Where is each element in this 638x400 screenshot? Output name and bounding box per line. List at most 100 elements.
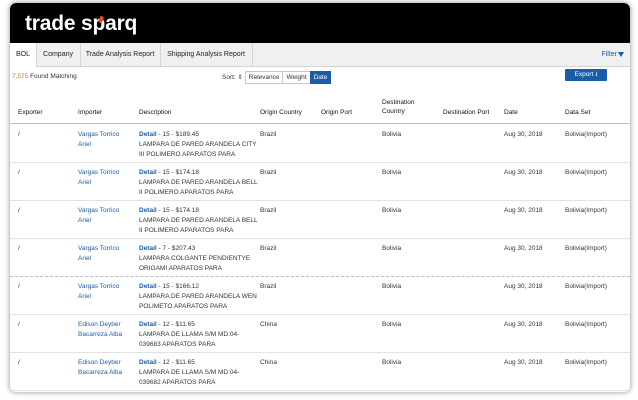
destination-country-cell: Bolivia — [382, 245, 402, 252]
results-count: 7,575 Found Matching — [12, 73, 77, 80]
column-header-exporter[interactable]: Exporter — [18, 108, 43, 117]
description-text: LAMPARA DE PARED ARANDELA BELL II POLIME… — [139, 217, 258, 234]
description-text: LAMPARA DE PARED ARANDELA BELL II POLIME… — [139, 179, 258, 196]
table-row[interactable]: / Vargas Torrico Ariel Detail - 7 - $207.4… — [10, 238, 630, 277]
date-cell: Aug 30, 2018 — [504, 207, 543, 214]
description-cell: Detail - 15 - $174.18 LAMPARA DE PARED AR… — [139, 168, 259, 198]
importer-link[interactable]: Vargas Torrico Ariel — [78, 244, 133, 264]
description-cell: Detail - 15 - $189.45 LAMPARA DE PARED AR… — [139, 130, 259, 160]
column-header-description[interactable]: Description — [139, 108, 172, 117]
exporter-cell: / — [18, 321, 20, 328]
logo[interactable]: trade sparq — [25, 12, 137, 36]
importer-link[interactable]: Edison Deyber Bacarreza Alba — [78, 358, 133, 378]
detail-meta: - 15 - $189.45 — [156, 131, 199, 138]
column-header-date[interactable]: Date — [504, 108, 518, 117]
importer-link[interactable]: Vargas Torrico Ariel — [78, 206, 133, 226]
date-cell: Aug 30, 2018 — [504, 359, 543, 366]
column-header-origin-port[interactable]: Origin Port — [321, 108, 352, 117]
exporter-cell: / — [18, 245, 20, 252]
detail-link[interactable]: Detail — [139, 283, 157, 290]
detail-link[interactable]: Detail — [139, 169, 157, 176]
logo-text: trade sparq — [25, 12, 138, 35]
download-icon: ⭳ — [595, 72, 598, 78]
origin-country-cell: China — [260, 321, 277, 328]
description-text: LAMPARA DE PARED ARANDELA WEN POLIMETO A… — [139, 293, 257, 310]
origin-country-cell: Brazil — [260, 283, 277, 290]
origin-country-cell: Brazil — [260, 207, 277, 214]
table-row[interactable]: / Vargas Torrico Ariel Detail - 15 - $174.… — [10, 162, 630, 201]
table-row[interactable]: / Edison Deyber Bacarreza Alba Detail - 12… — [10, 352, 630, 391]
data-set-cell: Bolivia(Import) — [565, 169, 607, 176]
column-header-origin-country[interactable]: Origin Country — [260, 108, 302, 117]
export-button[interactable]: Export ⭳ — [565, 69, 607, 81]
detail-link[interactable]: Detail — [139, 245, 157, 252]
exporter-cell: / — [18, 131, 20, 138]
detail-meta: - 7 - $207.43 — [156, 245, 196, 252]
funnel-icon — [618, 51, 624, 57]
description-text: LAMPARA COLGANTE PENDIENTYE ORIGAMI APAR… — [139, 255, 251, 272]
top-bar: trade sparq — [10, 3, 630, 43]
description-text: LAMPARA DE PARED ARANDELA CITY III POLIM… — [139, 141, 257, 158]
detail-meta: - 15 - $174.18 — [156, 207, 199, 214]
date-cell: Aug 30, 2018 — [504, 169, 543, 176]
destination-country-cell: Bolivia — [382, 283, 402, 290]
data-set-cell: Bolivia(Import) — [565, 207, 607, 214]
detail-link[interactable]: Detail — [139, 359, 157, 366]
data-set-cell: Bolivia(Import) — [565, 359, 607, 366]
column-header-importer[interactable]: Importer — [78, 108, 102, 117]
description-text: LAMPARA DE LLAMA S/M MD:04-039683 APARAT… — [139, 331, 240, 348]
results-suffix: Found Matching — [28, 73, 77, 80]
origin-country-cell: China — [260, 359, 277, 366]
importer-link[interactable]: Edison Deyber Bacarreza Alba — [78, 320, 133, 340]
description-cell: Detail - 15 - $174.18 LAMPARA DE PARED AR… — [139, 206, 259, 236]
description-cell: Detail - 7 - $207.43 LAMPARA COLGANTE PEN… — [139, 244, 259, 274]
detail-link[interactable]: Detail — [139, 207, 157, 214]
importer-link[interactable]: Vargas Torrico Ariel — [78, 282, 133, 302]
data-set-cell: Bolivia(Import) — [565, 321, 607, 328]
detail-meta: - 12 - $11.65 — [156, 359, 195, 366]
importer-link[interactable]: Vargas Torrico Ariel — [78, 130, 133, 150]
tab-bol[interactable]: BOL — [10, 43, 37, 67]
date-cell: Aug 30, 2018 — [504, 283, 543, 290]
data-set-cell: Bolivia(Import) — [565, 283, 607, 290]
sort-date-button[interactable]: Date — [309, 71, 332, 84]
filter-label: Filter — [601, 51, 617, 58]
sort-label: Sort: — [222, 74, 236, 81]
table-row[interactable]: / Edison Deyber Bacarreza Alba Detail - 12… — [10, 314, 630, 353]
destination-country-cell: Bolivia — [382, 207, 402, 214]
app-window: trade sparq BOL Company Trade Analysis R… — [10, 3, 630, 392]
table-row[interactable]: / Vargas Torrico Ariel Detail - 15 - $189.… — [10, 124, 630, 163]
tab-shipping-analysis-report[interactable]: Shipping Analysis Report — [160, 43, 253, 66]
sort-relevance-button[interactable]: Relevance — [244, 71, 284, 84]
tab-trade-analysis-report[interactable]: Trade Analysis Report — [80, 43, 161, 66]
origin-country-cell: Brazil — [260, 131, 277, 138]
destination-country-cell: Bolivia — [382, 131, 402, 138]
detail-link[interactable]: Detail — [139, 321, 157, 328]
filter-button[interactable]: Filter — [601, 43, 624, 66]
date-cell: Aug 30, 2018 — [504, 245, 543, 252]
description-cell: Detail - 15 - $166.12 LAMPARA DE PARED AR… — [139, 282, 259, 312]
sort-control: Sort: ⇕ Relevance Weight Date — [222, 71, 332, 84]
detail-meta: - 15 - $174.18 — [156, 169, 199, 176]
detail-link[interactable]: Detail — [139, 131, 157, 138]
date-cell: Aug 30, 2018 — [504, 321, 543, 328]
table-row[interactable]: / Vargas Torrico Ariel Detail - 15 - $166.… — [10, 276, 630, 315]
results-number: 7,575 — [12, 73, 29, 80]
exporter-cell: / — [18, 169, 20, 176]
sort-arrows-icon: ⇕ — [237, 75, 243, 81]
table-row[interactable]: / Vargas Torrico Ariel Detail - 15 - $174.… — [10, 200, 630, 239]
origin-country-cell: Brazil — [260, 169, 277, 176]
date-cell: Aug 30, 2018 — [504, 131, 543, 138]
column-header-data-set[interactable]: Data Set — [565, 108, 590, 117]
origin-country-cell: Brazil — [260, 245, 277, 252]
description-cell: Detail - 12 - $11.65 LAMPARA DE LLAMA S/M… — [139, 320, 259, 350]
destination-country-cell: Bolivia — [382, 321, 402, 328]
detail-meta: - 12 - $11.65 — [156, 321, 195, 328]
sort-weight-button[interactable]: Weight — [282, 71, 311, 84]
column-header-destination-country[interactable]: Destination Country — [382, 98, 424, 116]
tab-company[interactable]: Company — [36, 43, 81, 66]
detail-meta: - 15 - $166.12 — [156, 283, 199, 290]
exporter-cell: / — [18, 283, 20, 290]
importer-link[interactable]: Vargas Torrico Ariel — [78, 168, 133, 188]
column-header-destination-port[interactable]: Destination Port — [443, 108, 489, 117]
